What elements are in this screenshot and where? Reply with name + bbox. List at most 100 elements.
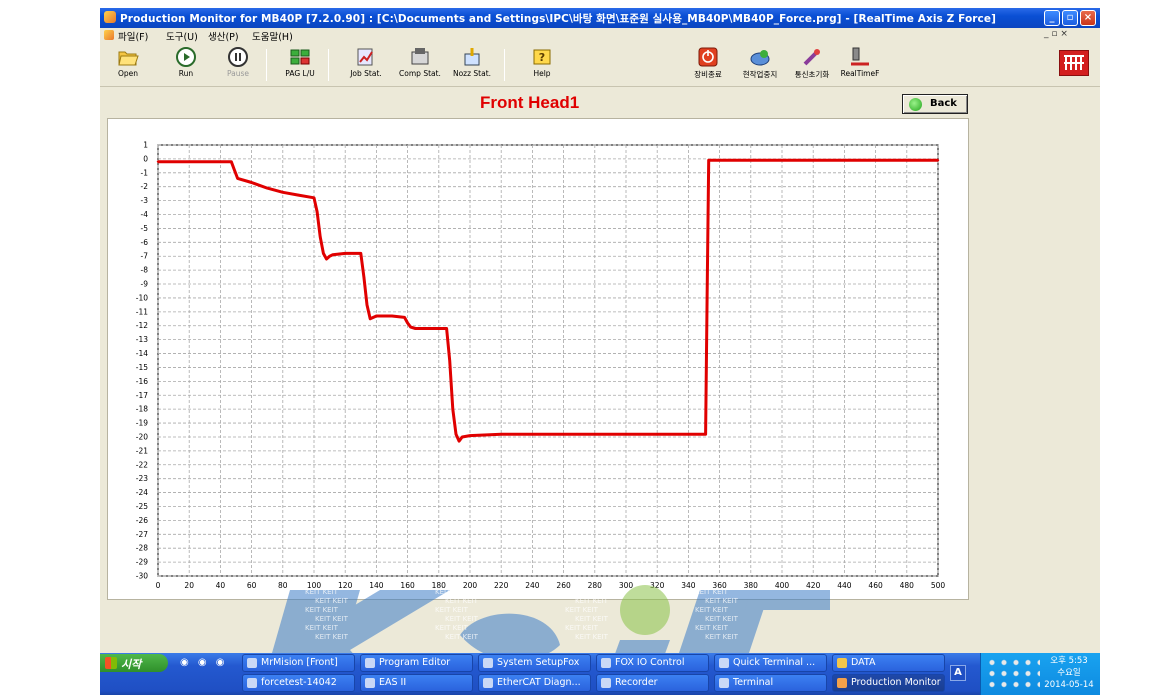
taskbar-item-label: Quick Terminal ... xyxy=(733,657,816,668)
y-tick-label: 1 xyxy=(143,141,148,150)
x-tick-label: 320 xyxy=(650,581,665,590)
taskbar-item[interactable]: MrMision [Front] xyxy=(242,654,355,672)
force-data-point xyxy=(281,191,284,194)
x-tick-label: 440 xyxy=(837,581,852,590)
pcb-load-button[interactable]: PAG L/U xyxy=(276,46,324,84)
chart-panel: 0 20 40 60 80 100 120 140 160 180 200 220 240 260 280 3… xyxy=(107,118,969,600)
open-label: Open xyxy=(117,69,139,78)
comm-reset-button[interactable]: 통신초기화 xyxy=(788,46,836,84)
menu-help[interactable]: 도움말(H) xyxy=(252,29,293,43)
force-data-point xyxy=(704,432,707,436)
y-tick-label: -27 xyxy=(136,530,148,539)
force-data-point xyxy=(531,432,534,436)
tray-icons[interactable] xyxy=(986,657,1040,691)
y-tick-label: -14 xyxy=(136,349,148,358)
title-bar[interactable]: Production Monitor for MB40P [7.2.0.90] … xyxy=(100,8,1100,28)
taskbar-item[interactable]: DATA xyxy=(832,654,945,672)
run-label: Run xyxy=(178,69,194,78)
folder-icon xyxy=(837,658,847,668)
y-tick-label: -15 xyxy=(136,363,148,372)
help-icon: ? xyxy=(533,49,551,65)
y-tick-label: -20 xyxy=(136,432,148,441)
force-data-point xyxy=(936,159,940,162)
back-button[interactable]: Back xyxy=(902,94,968,114)
mdi-child-icon[interactable] xyxy=(104,30,114,40)
run-button[interactable]: Run xyxy=(162,46,210,84)
realtime-force-button[interactable]: RealTimeF xyxy=(836,46,884,84)
brand-logo-icon xyxy=(1064,55,1084,70)
taskbar-item[interactable]: forcetest-14042 xyxy=(242,674,355,692)
minimize-button[interactable]: _ xyxy=(1044,10,1060,26)
back-label: Back xyxy=(930,98,957,109)
x-tick-label: 80 xyxy=(278,581,288,590)
menu-tools[interactable]: 도구(U) xyxy=(166,29,198,43)
pcb-load-label: PAG L/U xyxy=(285,69,315,78)
menu-file[interactable]: 파일(F) xyxy=(118,29,148,43)
force-data-point xyxy=(312,196,316,200)
y-tick-label: -24 xyxy=(136,488,148,497)
comp-stat-button[interactable]: Comp Stat. xyxy=(396,46,444,84)
force-data-point xyxy=(874,159,877,162)
x-tick-label: 420 xyxy=(806,581,821,590)
taskbar-item-label: EAS II xyxy=(379,677,407,688)
start-button[interactable]: 시작 xyxy=(100,654,168,672)
x-tick-label: 480 xyxy=(900,581,915,590)
x-tick-label: 140 xyxy=(369,581,384,590)
force-data-point xyxy=(718,159,721,162)
taskbar-item[interactable]: EtherCAT Diagn... xyxy=(478,674,591,692)
x-tick-label: 280 xyxy=(588,581,603,590)
open-button[interactable]: Open xyxy=(104,46,152,84)
force-data-point xyxy=(362,275,366,279)
taskbar-item[interactable]: Program Editor xyxy=(360,654,473,672)
force-data-point xyxy=(325,257,328,261)
y-tick-label: -16 xyxy=(136,377,148,386)
taskbar-item-label: forcetest-14042 xyxy=(261,677,337,688)
taskbar: 시작 ◉ ◉ ◉ MrMision [Front] Program Editor… xyxy=(100,653,1100,695)
y-tick-label: -21 xyxy=(136,446,148,455)
clock-time: 오후 5:53 xyxy=(1050,656,1088,666)
force-data-point xyxy=(359,252,362,255)
taskbar-item[interactable]: FOX IO Control xyxy=(596,654,709,672)
taskbar-item[interactable]: EAS II xyxy=(360,674,473,692)
toolbar-separator xyxy=(328,49,329,81)
force-data-point xyxy=(230,160,233,163)
force-data-point xyxy=(233,168,236,172)
shutdown-button[interactable]: 장비종료 xyxy=(684,46,732,84)
y-tick-label: -9 xyxy=(141,280,149,289)
taskbar-item[interactable]: Quick Terminal ... xyxy=(714,654,827,672)
y-tick-label: -7 xyxy=(141,252,149,261)
taskbar-item-active[interactable]: Production Monitor xyxy=(832,674,945,692)
force-data-point xyxy=(322,252,325,255)
x-tick-label: 460 xyxy=(868,581,883,590)
x-tick-label: 340 xyxy=(681,581,696,590)
maximize-button[interactable]: ▫ xyxy=(1062,10,1078,26)
taskbar-item[interactable]: Terminal xyxy=(714,674,827,692)
realtime-force-icon xyxy=(851,47,869,66)
language-indicator[interactable]: A xyxy=(950,665,966,681)
start-label: 시작 xyxy=(121,658,142,671)
mdi-window-controls[interactable]: _ ▫ × xyxy=(1044,29,1068,39)
taskbar-item[interactable]: System SetupFox xyxy=(478,654,591,672)
app-logo-icon xyxy=(104,11,116,23)
help-button[interactable]: ? Help xyxy=(518,46,566,84)
nozzle-stat-button[interactable]: Nozz Stat. xyxy=(448,46,496,84)
force-data-point xyxy=(250,181,253,184)
clock[interactable]: 오후 5:53 수요일 2014-05-14 xyxy=(1039,655,1099,691)
y-tick-label: -2 xyxy=(141,182,149,191)
stop-job-label: 현작업중지 xyxy=(742,70,778,79)
x-tick-label: 40 xyxy=(216,581,226,590)
menu-production[interactable]: 생산(P) xyxy=(208,29,239,43)
clock-date: 2014-05-14 xyxy=(1044,680,1094,690)
taskbar-item-label: FOX IO Control xyxy=(615,657,685,668)
system-tray: 오후 5:53 수요일 2014-05-14 xyxy=(980,653,1100,695)
quick-launch-icons[interactable]: ◉ ◉ ◉ xyxy=(180,657,228,668)
pause-button[interactable]: Pause xyxy=(214,46,262,84)
job-stat-button[interactable]: Job Stat. xyxy=(342,46,390,84)
app-icon xyxy=(837,678,847,688)
stop-job-button[interactable]: 현작업중지 xyxy=(736,46,784,84)
force-data-point xyxy=(656,432,659,436)
force-data-point xyxy=(156,160,160,163)
taskbar-item[interactable]: Recorder xyxy=(596,674,709,692)
force-data-point xyxy=(780,159,784,162)
close-button[interactable]: × xyxy=(1080,10,1096,26)
